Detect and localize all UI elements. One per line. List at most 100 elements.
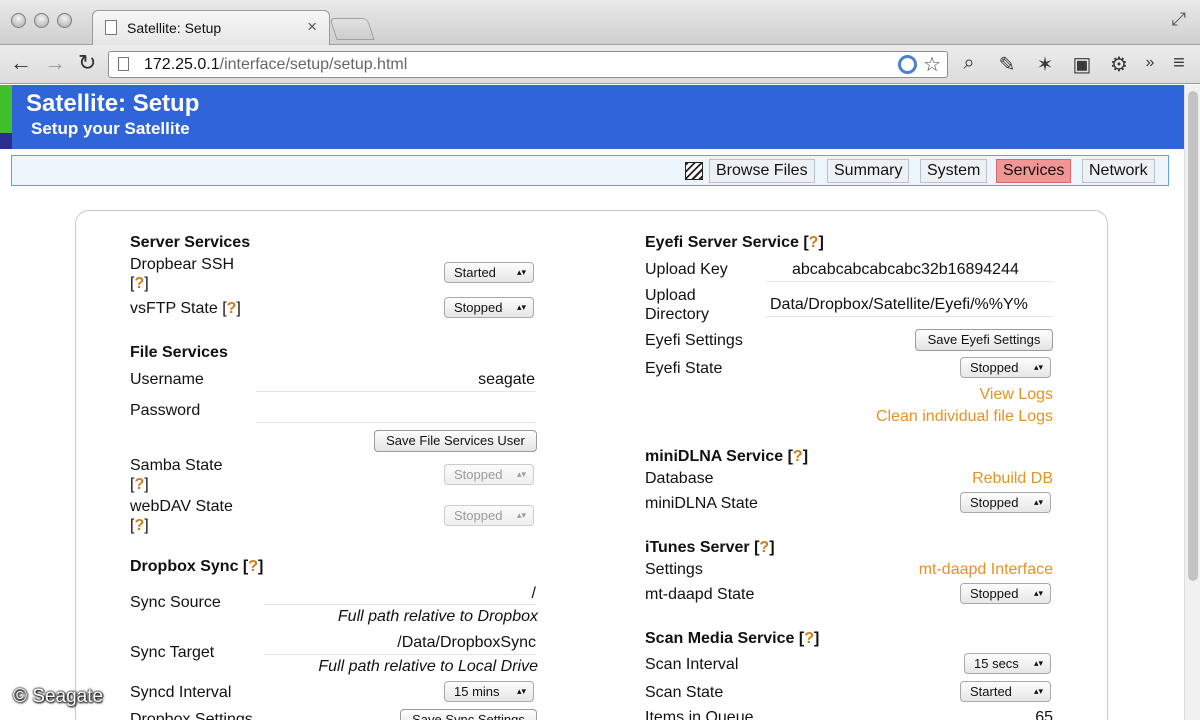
sync-source-hint: Full path relative to Dropbox [337,608,538,625]
minidlna-heading: miniDLNA Service [?] [645,448,809,465]
dropbox-sync-heading: Dropbox Sync [?] [130,558,264,575]
gear-icon[interactable]: ⚙ [1108,52,1130,77]
sync-target-label: Sync Target [130,644,215,661]
bug-icon[interactable]: ✶ [1034,52,1056,77]
window-close-button[interactable] [11,13,26,28]
chevron-updown-icon: ▴▾ [516,469,526,479]
hatch-icon[interactable] [685,162,703,180]
samba-help[interactable]: [?] [130,475,149,494]
menu-icon[interactable]: ≡ [1168,52,1190,75]
fullscreen-icon[interactable]: ⤢ [1172,9,1186,30]
view-logs-link[interactable]: View Logs [836,385,1053,404]
mt-daapd-state-select[interactable]: Stopped ▴▾ [960,583,1051,604]
clean-logs-link[interactable]: Clean individual file Logs [796,407,1053,426]
tab-system[interactable]: System [920,159,988,183]
username-field[interactable]: seagate [256,370,535,389]
username-underline [256,391,535,392]
tab-title: Satellite: Setup [127,20,222,36]
chevron-updown-icon: ▴▾ [516,686,526,696]
back-icon[interactable]: ← [10,50,32,76]
save-eyefi-settings-button[interactable]: Save Eyefi Settings [915,329,1053,351]
database-label: Database [645,470,714,487]
services-panel: Server Services Dropbear SSH [?] Started… [75,210,1108,720]
overflow-icon[interactable]: » [1139,54,1161,72]
chevron-updown-icon: ▴▾ [1033,362,1043,372]
vertical-scrollbar[interactable] [1184,85,1200,720]
password-label: Password [130,402,201,419]
upload-directory-field[interactable]: Data/Dropbox/Satellite/Eyefi/%%Y% [770,295,1053,314]
eyefi-state-select[interactable]: Stopped ▴▾ [960,357,1051,378]
upload-key-field[interactable]: abcabcabcabcabc32b16894244 [792,260,1052,279]
page-icon [105,20,117,35]
tab-summary[interactable]: Summary [827,159,910,183]
samba-state-select[interactable]: Stopped ▴▾ [444,464,534,485]
window-zoom-button[interactable] [57,13,72,28]
chevron-updown-icon: ▴▾ [1033,686,1043,696]
new-tab-button[interactable] [329,18,375,40]
bookmark-star-icon[interactable]: ☆ [923,52,941,77]
scrollbar-thumb[interactable] [1188,91,1198,581]
tab-browse-files[interactable]: Browse Files [709,159,815,183]
save-sync-settings-button[interactable]: Save Sync Settings [400,709,537,720]
scan-state-label: Scan State [645,684,724,701]
scan-interval-select[interactable]: 15 secs ▴▾ [964,653,1051,674]
wrench-icon[interactable]: ✎ [996,52,1018,77]
banner-strip-accent [0,85,12,133]
chevron-updown-icon: ▴▾ [516,510,526,520]
eyefi-heading: Eyefi Server Service [?] [645,234,824,251]
scan-media-heading: Scan Media Service [?] [645,630,820,647]
rebuild-db-link[interactable]: Rebuild DB [896,469,1053,488]
chevron-updown-icon: ▴▾ [1033,497,1043,507]
upload-directory-underline [766,316,1053,317]
section-nav: Browse Files Summary System Services Net… [11,155,1169,186]
vsftp-state-select[interactable]: Stopped ▴▾ [444,297,534,318]
forward-icon[interactable]: → [44,50,66,76]
chevron-updown-icon: ▴▾ [516,302,526,312]
mt-daapd-state-label: mt-daapd State [645,586,755,603]
mt-daapd-interface-link[interactable]: mt-daapd Interface [856,560,1053,579]
webdav-state-select[interactable]: Stopped ▴▾ [444,505,534,526]
minidlna-state-label: miniDLNA State [645,495,758,512]
sync-target-hint: Full path relative to Local Drive [318,658,538,675]
sync-target-field[interactable]: /Data/DropboxSync [264,633,536,652]
sync-source-field[interactable]: / [264,584,536,603]
upload-key-label: Upload Key [645,261,728,278]
upload-key-underline [766,281,1053,282]
itunes-settings-label: Settings [645,561,703,578]
chevron-updown-icon: ▴▾ [516,267,526,277]
scan-interval-label: Scan Interval [645,656,739,673]
sync-source-label: Sync Source [130,594,221,611]
eyefi-settings-label: Eyefi Settings [645,332,743,349]
page-viewport: Satellite: Setup Setup your Satellite Br… [0,85,1184,720]
window-minimize-button[interactable] [34,13,49,28]
extension-icon[interactable]: ▣ [1071,52,1093,77]
webdav-label: webDAV State [130,498,233,515]
scan-state-select[interactable]: Started ▴▾ [960,681,1051,702]
dropbox-settings-label: Dropbox Settings [130,711,253,720]
save-file-services-user-button[interactable]: Save File Services User [374,430,537,452]
url-text[interactable]: 172.25.0.1/interface/setup/setup.html [144,56,407,74]
copyright-watermark: © Seagate [13,686,104,707]
search-engine-icon[interactable] [898,55,917,74]
webdav-help[interactable]: [?] [130,516,149,535]
chevron-updown-icon: ▴▾ [1033,588,1043,598]
address-bar[interactable]: 172.25.0.1/interface/setup/setup.html ☆ [108,51,948,78]
page-title: Satellite: Setup [26,90,200,117]
dropbear-label: Dropbear SSH [130,256,235,273]
syncd-interval-select[interactable]: 15 mins ▴▾ [444,681,534,702]
sync-source-underline [264,604,536,605]
page-banner: Satellite: Setup Setup your Satellite [0,85,1184,149]
tab-close-icon[interactable]: × [307,17,317,37]
magnifier-icon[interactable]: ⌕ [958,52,980,75]
minidlna-state-select[interactable]: Stopped ▴▾ [960,492,1051,513]
dropbear-help[interactable]: [?] [130,274,149,293]
eyefi-state-label: Eyefi State [645,360,723,377]
tab-services[interactable]: Services [996,159,1072,183]
dropbear-state-select[interactable]: Started ▴▾ [444,262,534,283]
browser-tab[interactable]: Satellite: Setup × [92,10,330,46]
reload-icon[interactable]: ↻ [78,50,96,76]
samba-label: Samba State [130,457,223,474]
browser-titlebar: Satellite: Setup × ⤢ [0,0,1200,46]
tab-network[interactable]: Network [1082,159,1155,183]
page-subtitle: Setup your Satellite [31,119,190,138]
